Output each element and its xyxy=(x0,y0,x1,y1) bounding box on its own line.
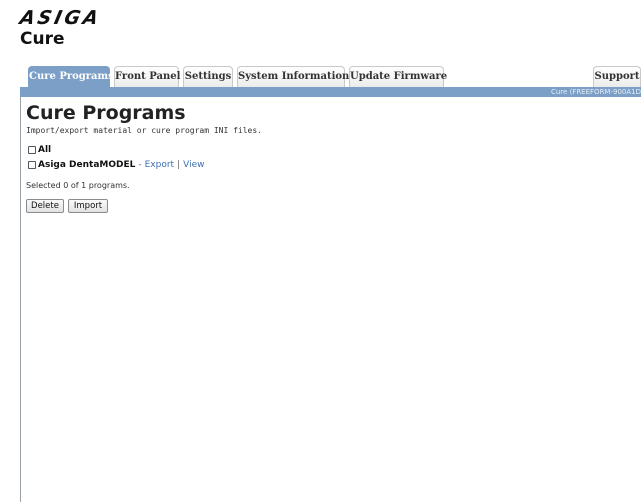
tab-front-panel[interactable]: Front Panel xyxy=(114,66,180,87)
tab-settings[interactable]: Settings xyxy=(183,66,233,87)
list-item: Asiga DentaMODEL - Export | View xyxy=(28,160,205,170)
page-description: Import/export material or cure program I… xyxy=(26,126,263,135)
select-all-checkbox[interactable] xyxy=(28,146,36,154)
tab-cure-programs[interactable]: Cure Programs xyxy=(28,66,114,88)
select-all-row: All xyxy=(28,145,51,155)
export-link[interactable]: Export xyxy=(145,160,174,170)
app-title: Cure xyxy=(20,29,65,49)
status-bar: Cure (FREEFORM-900A1D xyxy=(20,87,641,97)
delete-button[interactable]: Delete xyxy=(26,199,64,213)
select-all-label: All xyxy=(38,145,52,155)
link-separator: | xyxy=(177,160,181,170)
cure-programs-panel: Cure Programs Import/export material or … xyxy=(20,97,641,502)
selection-count: Selected 0 of 1 programs. xyxy=(26,181,130,190)
asiga-logo: ASIGA xyxy=(17,7,104,29)
tab-bar: Cure Programs Front Panel Settings Syste… xyxy=(28,66,641,88)
tab-support[interactable]: Support xyxy=(593,66,641,87)
tab-system-information[interactable]: System Information xyxy=(237,66,349,87)
tab-update-firmware[interactable]: Update Firmware xyxy=(349,66,447,87)
device-status-text: Cure (FREEFORM-900A1D xyxy=(550,88,641,96)
program-dash: - xyxy=(138,160,142,170)
program-name: Asiga DentaMODEL xyxy=(38,160,136,170)
import-button[interactable]: Import xyxy=(68,199,108,213)
view-link[interactable]: View xyxy=(183,160,204,170)
program-checkbox[interactable] xyxy=(28,161,36,169)
page-title: Cure Programs xyxy=(26,102,186,124)
